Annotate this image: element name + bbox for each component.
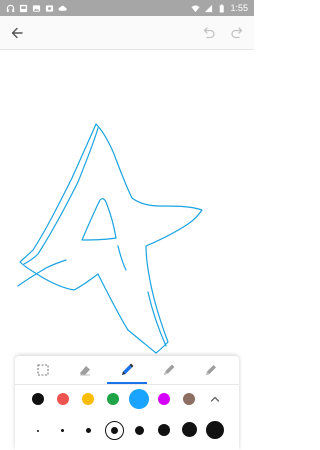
tool-selection[interactable]	[23, 356, 63, 384]
colors-row	[15, 387, 239, 413]
ink-stroke-outer-4	[147, 291, 167, 347]
tools-row	[15, 356, 239, 384]
eraser-icon	[80, 366, 90, 376]
sizes-row	[15, 418, 239, 444]
redo-button[interactable]	[227, 23, 247, 43]
status-left-icons	[6, 4, 67, 13]
drawing-canvas[interactable]	[0, 50, 254, 356]
notification-icon	[19, 4, 28, 12]
back-button[interactable]	[7, 23, 27, 43]
wifi-icon	[191, 4, 201, 12]
color-swatch-brown[interactable]	[183, 393, 195, 405]
stroke-size-3[interactable]	[86, 428, 91, 433]
stroke-size-4	[111, 427, 118, 434]
ink-stroke-inner-2	[117, 245, 127, 271]
battery-icon	[220, 4, 225, 13]
ink-strokes	[17, 123, 203, 354]
ink-stroke-inner	[81, 198, 117, 241]
marker-icon	[164, 364, 175, 375]
photo-icon	[45, 4, 54, 12]
status-right-icons: 1:55	[191, 3, 248, 13]
tool-highlighter[interactable]	[191, 356, 231, 384]
stroke-size-8[interactable]	[206, 421, 224, 439]
stroke-size-1[interactable]	[37, 430, 39, 432]
chevron-up-icon	[210, 396, 220, 402]
selection-icon	[37, 364, 49, 376]
undo-icon	[203, 27, 215, 39]
pen-icon	[122, 363, 134, 375]
expand-colors-button[interactable]	[209, 393, 221, 405]
undo-button[interactable]	[199, 23, 219, 43]
redo-icon	[231, 27, 243, 39]
stroke-size-6[interactable]	[158, 424, 170, 436]
status-time: 1:55	[230, 3, 248, 13]
color-swatch-black[interactable]	[32, 393, 44, 405]
stroke-size-2[interactable]	[61, 429, 64, 432]
stroke-size-5[interactable]	[135, 426, 144, 435]
ink-stroke-outer-2	[23, 127, 99, 265]
color-swatch-green[interactable]	[107, 393, 119, 405]
headphones-icon	[6, 4, 15, 12]
cloud-icon	[58, 5, 67, 11]
back-arrow-icon	[11, 27, 23, 39]
tool-marker[interactable]	[149, 356, 189, 384]
tool-eraser[interactable]	[65, 356, 105, 384]
app-bar	[0, 16, 254, 50]
color-swatch-yellow[interactable]	[82, 393, 94, 405]
ink-drawing	[17, 123, 203, 354]
color-swatch-purple[interactable]	[158, 393, 170, 405]
tool-pen[interactable]	[107, 356, 147, 384]
image-icon	[32, 4, 41, 12]
signal-icon	[205, 4, 213, 12]
stroke-size-7[interactable]	[182, 422, 197, 437]
pen-toolbar	[15, 356, 239, 450]
status-bar: 1:55	[0, 0, 254, 16]
highlighter-icon	[206, 365, 216, 375]
toolbar-divider	[15, 384, 239, 385]
color-swatch-red[interactable]	[57, 393, 69, 405]
color-swatch-blue[interactable]	[129, 389, 149, 409]
